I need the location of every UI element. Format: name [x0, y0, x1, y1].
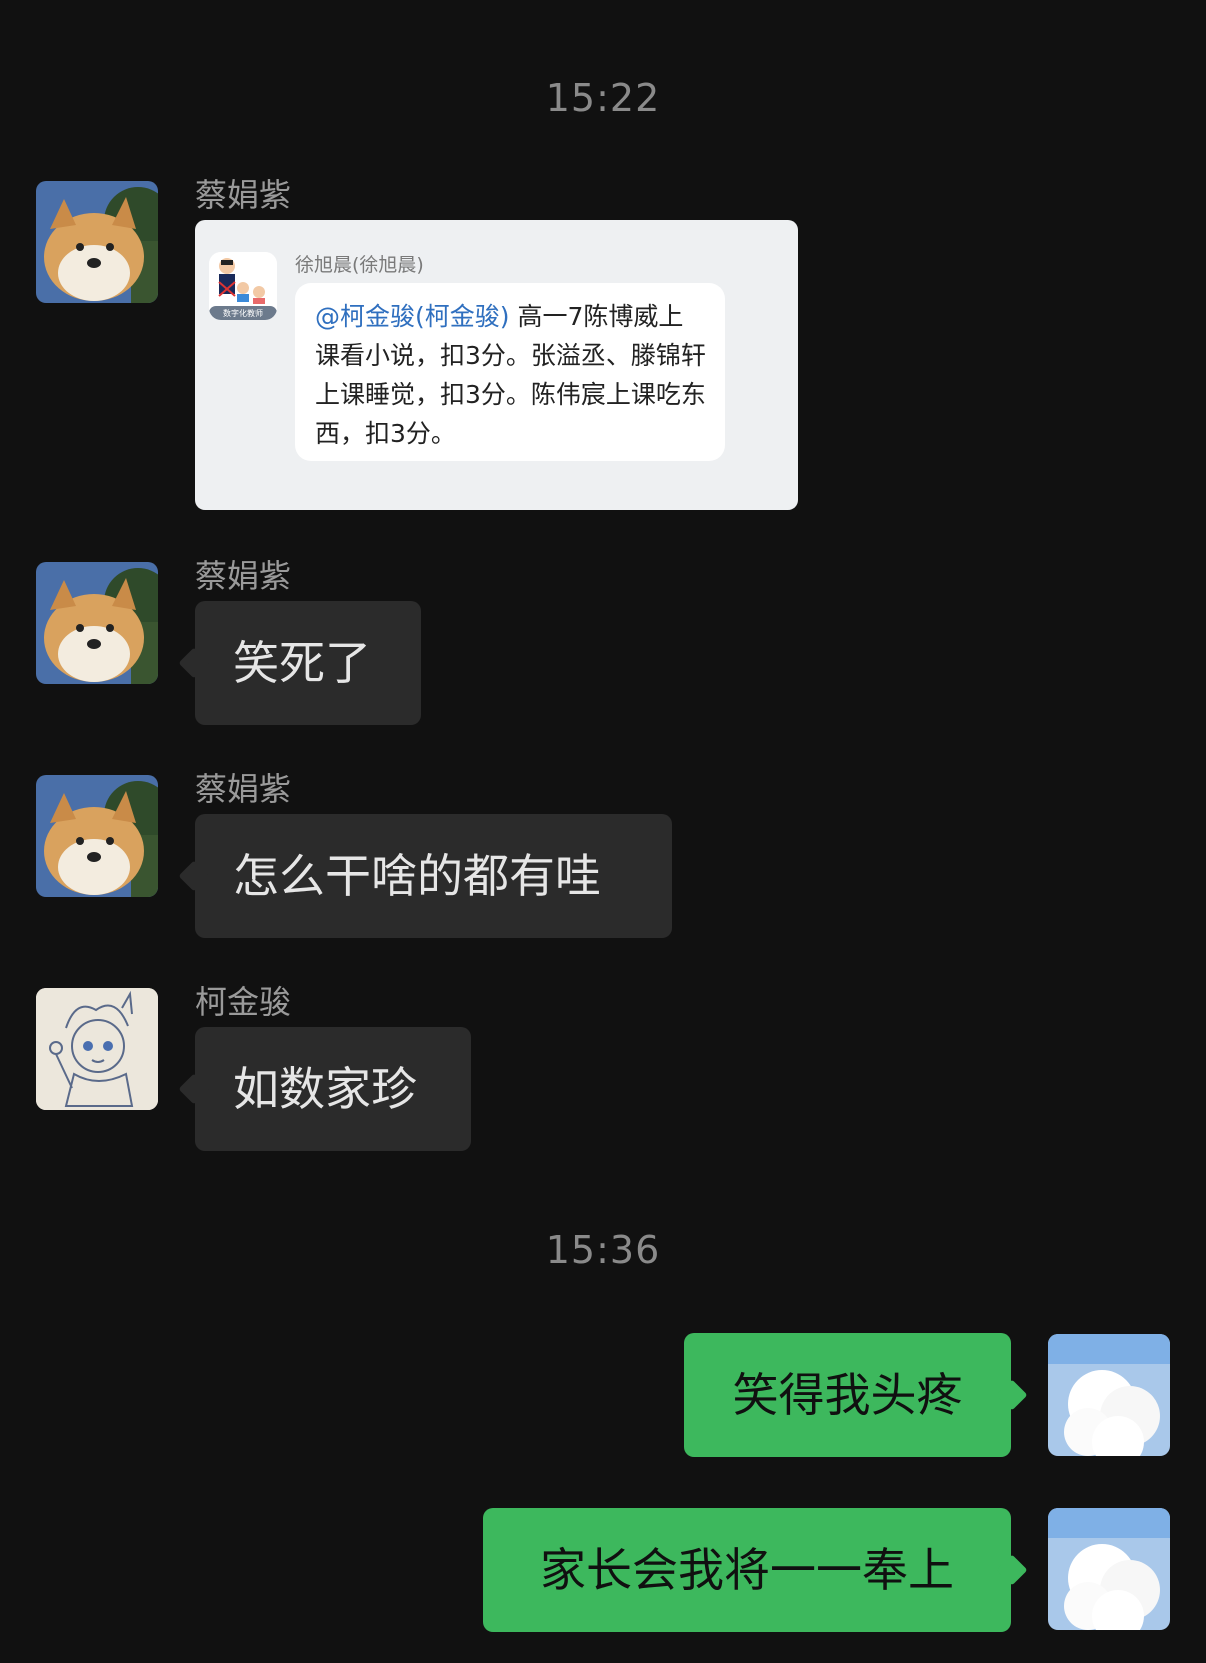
avatar-sketch-icon[interactable]: [36, 988, 158, 1110]
message-bubble-outgoing[interactable]: 笑得我头疼: [684, 1333, 1011, 1457]
quoted-message: @柯金骏(柯金骏) 高一7陈博威上课看小说，扣3分。张溢丞、滕锦轩上课睡觉，扣3…: [295, 283, 725, 461]
timestamp: 15:36: [545, 1228, 661, 1272]
message-bubble[interactable]: 如数家珍: [195, 1027, 471, 1151]
avatar-sheep-icon[interactable]: [1048, 1334, 1170, 1456]
sender-name: 蔡娟紫: [195, 557, 292, 595]
timestamp: 15:22: [545, 76, 661, 120]
avatar-shiba-dog-icon[interactable]: [36, 181, 158, 303]
svg-text:数字化教师: 数字化教师: [223, 308, 263, 318]
image-message[interactable]: 数字化教师 徐旭晨(徐旭晨) @柯金骏(柯金骏) 高一7陈博威上课看小说，扣3分…: [195, 220, 798, 510]
quoted-avatar-icon: 数字化教师: [209, 252, 277, 320]
message-bubble-outgoing[interactable]: 家长会我将一一奉上: [483, 1508, 1011, 1632]
message-bubble[interactable]: 怎么干啥的都有哇: [195, 814, 672, 938]
sender-name: 蔡娟紫: [195, 770, 292, 808]
message-bubble[interactable]: 笑死了: [195, 601, 421, 725]
quoted-sender-name: 徐旭晨(徐旭晨): [295, 254, 424, 276]
sender-name: 柯金骏: [195, 983, 292, 1021]
sender-name: 蔡娟紫: [195, 176, 292, 214]
avatar-sheep-icon[interactable]: [1048, 1508, 1170, 1630]
mention-link[interactable]: @柯金骏(柯金骏): [315, 302, 510, 331]
avatar-shiba-dog-icon[interactable]: [36, 775, 158, 897]
avatar-shiba-dog-icon[interactable]: [36, 562, 158, 684]
